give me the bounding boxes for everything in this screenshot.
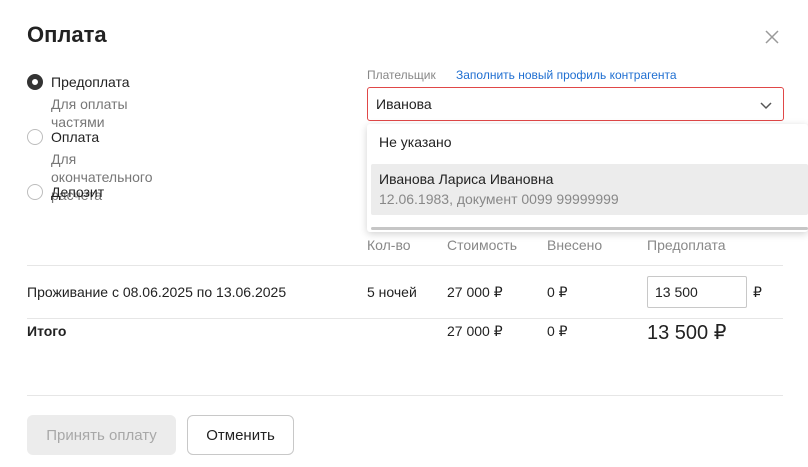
dropdown-scrollbar[interactable] bbox=[371, 227, 808, 230]
payer-label: Плательщик bbox=[367, 68, 436, 82]
row-cost: 27 000 ₽ bbox=[447, 284, 503, 300]
total-prepay: 13 500 ₽ bbox=[647, 322, 727, 344]
radio-prepayment[interactable]: Предоплата Для оплаты частями bbox=[27, 73, 130, 131]
payer-dropdown: Не указано Иванова Лариса Ивановна 12.06… bbox=[367, 124, 808, 232]
total-label: Итого bbox=[27, 323, 67, 339]
total-cost: 27 000 ₽ bbox=[447, 323, 503, 339]
radio-description: Для оплаты частями bbox=[51, 96, 128, 130]
option-name: Иванова Лариса Ивановна bbox=[379, 171, 554, 187]
accept-payment-button[interactable]: Принять оплату bbox=[27, 415, 176, 455]
row-qty: 5 ночей bbox=[367, 284, 417, 300]
dialog-title: Оплата bbox=[27, 22, 107, 47]
radio-label: Депозит bbox=[51, 184, 105, 200]
col-header-qty: Кол-во bbox=[367, 237, 411, 253]
chevron-down-icon bbox=[760, 102, 772, 110]
col-header-cost: Стоимость bbox=[447, 237, 518, 253]
radio-unchecked-icon[interactable] bbox=[27, 184, 43, 200]
radio-label: Предоплата bbox=[51, 74, 130, 90]
row-paid: 0 ₽ bbox=[547, 284, 568, 300]
total-paid: 0 ₽ bbox=[547, 323, 568, 339]
divider bbox=[27, 395, 783, 396]
close-icon[interactable] bbox=[762, 27, 782, 47]
dropdown-option-ivanova[interactable]: Иванова Лариса Ивановна 12.06.1983, доку… bbox=[371, 164, 808, 215]
row-name: Проживание с 08.06.2025 по 13.06.2025 bbox=[27, 284, 287, 300]
col-header-paid: Внесено bbox=[547, 237, 603, 253]
new-counterparty-link[interactable]: Заполнить новый профиль контрагента bbox=[456, 68, 677, 82]
radio-checked-icon[interactable] bbox=[27, 74, 43, 90]
divider bbox=[27, 265, 783, 266]
radio-unchecked-icon[interactable] bbox=[27, 129, 43, 145]
option-details: 12.06.1983, документ 0099 99999999 bbox=[379, 191, 619, 207]
payer-select-value: Иванова bbox=[376, 96, 432, 112]
col-header-prepay: Предоплата bbox=[647, 237, 726, 253]
radio-deposit[interactable]: Депозит bbox=[27, 183, 104, 201]
currency-sign: ₽ bbox=[753, 284, 762, 300]
dropdown-option-none[interactable]: Не указано bbox=[379, 134, 452, 150]
divider bbox=[27, 318, 783, 319]
payer-select[interactable]: Иванова bbox=[367, 87, 784, 121]
radio-label: Оплата bbox=[51, 129, 100, 145]
cancel-button[interactable]: Отменить bbox=[187, 415, 294, 455]
prepay-amount-input[interactable] bbox=[647, 276, 747, 308]
